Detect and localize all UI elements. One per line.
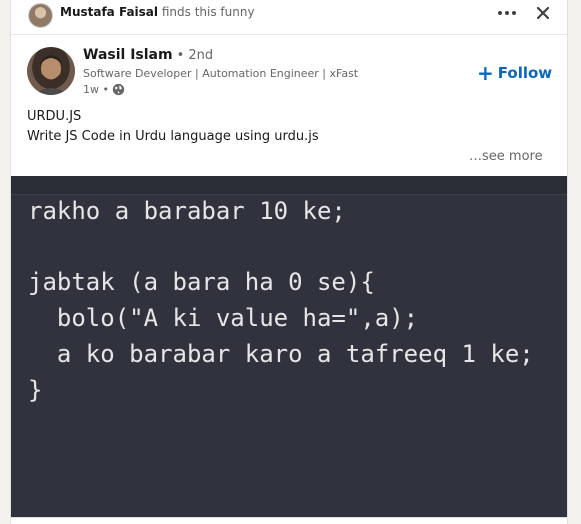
follow-button[interactable]: + Follow [477,62,552,84]
code-line: rakho a barabar 10 ke; [28,197,346,225]
social-activity-header: Mustafa Faisal finds this funny [11,0,567,35]
code-line: } [28,376,43,404]
more-horizontal-icon [498,11,502,15]
author-headline: Software Developer | Automation Engineer… [83,67,359,80]
close-icon [536,6,550,20]
author-avatar[interactable] [27,47,75,95]
activity-action: finds this funny [161,5,255,19]
code-line: a ko barabar karo a tafreeq 1 ke; [28,340,534,368]
post-title: URDU.JS [27,109,82,124]
author-name[interactable]: Wasil Islam [83,47,173,63]
globe-icon [112,83,125,96]
more-dot [505,11,509,15]
author-photo [33,55,69,95]
post-time-text: 1w • [83,83,109,96]
activity-text: Mustafa Faisal finds this funny [60,5,255,19]
more-dot [512,11,516,15]
post-code-image[interactable]: rakho a barabar 10 ke; jabtak (a bara ha… [11,176,567,517]
more-options-button[interactable] [494,2,520,24]
card-bottom-edge [11,517,567,524]
author-name-line: Wasil Islam • 2nd [83,47,213,63]
connection-degree: • 2nd [176,48,214,63]
post-body: Write JS Code in Urdu language using urd… [27,129,319,144]
follow-label: Follow [497,64,553,82]
post-timestamp: 1w • [83,83,125,96]
code-line: bolo("A ki value ha=",a); [28,304,419,332]
plus-icon: + [477,61,494,85]
code-line: jabtak (a bara ha 0 se){ [28,268,375,296]
dismiss-post-button[interactable] [532,2,554,24]
activity-actor-avatar[interactable] [28,3,53,28]
see-more-link[interactable]: …see more [469,149,543,164]
feed-post-card: Mustafa Faisal finds this funny Wasil Is… [10,0,568,524]
code-editor-topbar [11,176,567,195]
activity-actor-name[interactable]: Mustafa Faisal [60,5,158,19]
